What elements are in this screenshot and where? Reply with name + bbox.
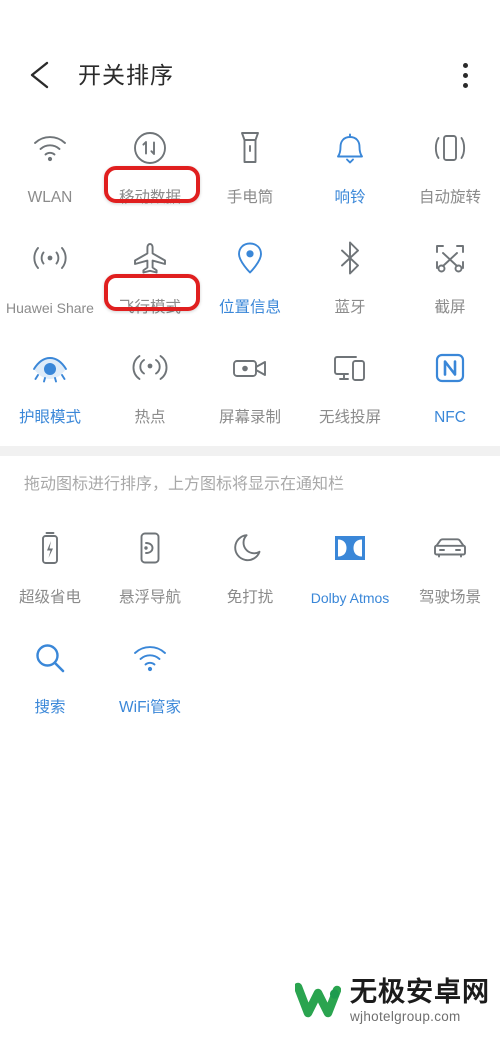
- tile-hotspot[interactable]: 热点: [100, 332, 200, 442]
- huawei-share-icon: [27, 235, 73, 281]
- do-not-disturb-moon-icon: [227, 525, 273, 571]
- overflow-menu-icon[interactable]: [448, 58, 482, 92]
- tile-mobile-data[interactable]: 移动数据: [100, 112, 200, 222]
- tile-wifi[interactable]: WLAN: [0, 112, 100, 222]
- tile-label: WiFi管家: [119, 699, 181, 716]
- available-tiles-grid[interactable]: 超级省电 悬浮导航 免打扰 Dolby Atmos 驾驶场景搜索 WiFi管家: [0, 512, 500, 732]
- tile-flashlight[interactable]: 手电筒: [200, 112, 300, 222]
- watermark: 无极安卓网 wjhotelgroup.com: [293, 976, 490, 1024]
- tile-label: 自动旋转: [418, 189, 481, 206]
- tile-eye-comfort[interactable]: 护眼模式: [0, 332, 100, 442]
- tile-label: 截屏: [434, 299, 466, 316]
- tile-label: 屏幕录制: [218, 409, 281, 426]
- wireless-cast-icon: [327, 345, 373, 391]
- tile-label: 位置信息: [218, 299, 281, 316]
- tile-bluetooth[interactable]: 蓝牙: [300, 222, 400, 332]
- tile-label: 悬浮导航: [118, 589, 181, 606]
- ringer-bell-icon: [327, 125, 373, 171]
- tile-location-pin[interactable]: 位置信息: [200, 222, 300, 332]
- tile-huawei-share[interactable]: Huawei Share: [0, 222, 100, 332]
- nfc-icon: [427, 345, 473, 391]
- tile-nfc[interactable]: NFC: [400, 332, 500, 442]
- screen-record-icon: [227, 345, 273, 391]
- tile-label: 移动数据: [118, 189, 181, 206]
- wifi-icon: [27, 125, 73, 171]
- dolby-atmos-icon: [327, 525, 373, 571]
- bluetooth-icon: [327, 235, 373, 281]
- battery-saver-icon: [27, 525, 73, 571]
- tile-label: 无线投屏: [318, 409, 381, 426]
- tile-screenshot-scissors[interactable]: 截屏: [400, 222, 500, 332]
- wj-w-logo-icon: [293, 981, 342, 1021]
- tile-label: NFC: [434, 409, 466, 426]
- tile-label: 搜索: [34, 699, 66, 716]
- drag-hint-text: 拖动图标进行排序，上方图标将显示在通知栏: [24, 476, 345, 493]
- wifi-manager-icon: [127, 635, 173, 681]
- tile-wireless-cast[interactable]: 无线投屏: [300, 332, 400, 442]
- auto-rotate-icon: [427, 125, 473, 171]
- available-tile-wifi-manager[interactable]: WiFi管家: [100, 622, 200, 732]
- flashlight-icon: [227, 125, 273, 171]
- tile-label: Dolby Atmos: [310, 590, 390, 606]
- floating-nav-icon: [127, 525, 173, 571]
- tile-airplane-mode[interactable]: 飞行模式: [100, 222, 200, 332]
- eye-comfort-icon: [27, 345, 73, 391]
- available-tile-floating-nav[interactable]: 悬浮导航: [100, 512, 200, 622]
- available-tile-search[interactable]: 搜索: [0, 622, 100, 732]
- available-tile-driving-mode-car[interactable]: 驾驶场景: [400, 512, 500, 622]
- location-pin-icon: [227, 235, 273, 281]
- driving-mode-car-icon: [427, 525, 473, 571]
- tile-label: 热点: [134, 409, 166, 426]
- available-tile-battery-saver[interactable]: 超级省电: [0, 512, 100, 622]
- hotspot-icon: [127, 345, 173, 391]
- tile-label: WLAN: [27, 189, 73, 206]
- airplane-mode-icon: [127, 235, 173, 281]
- search-icon: [27, 635, 73, 681]
- tile-label: 护眼模式: [18, 409, 81, 426]
- tile-label: 响铃: [334, 189, 366, 206]
- watermark-url: wjhotelgroup.com: [350, 1008, 461, 1024]
- settings-screen: 开关排序 WLAN 移动数据 手电筒 响铃 自动旋转 Huawei Share 飞行模式 位置…: [0, 0, 500, 1039]
- app-bar: 开关排序: [0, 0, 500, 108]
- tile-label: 蓝牙: [334, 299, 366, 316]
- screenshot-scissors-icon: [427, 235, 473, 281]
- tile-label: 免打扰: [226, 589, 274, 606]
- available-tile-dolby-atmos[interactable]: Dolby Atmos: [300, 512, 400, 622]
- tile-screen-record[interactable]: 屏幕录制: [200, 332, 300, 442]
- tile-label: 驾驶场景: [418, 589, 481, 606]
- tile-label: Huawei Share: [6, 300, 94, 316]
- tile-label: 飞行模式: [118, 299, 181, 316]
- tile-label: 超级省电: [18, 589, 81, 606]
- tile-auto-rotate[interactable]: 自动旋转: [400, 112, 500, 222]
- tile-ringer-bell[interactable]: 响铃: [300, 112, 400, 222]
- available-tile-do-not-disturb-moon[interactable]: 免打扰: [200, 512, 300, 622]
- section-divider: [0, 446, 500, 456]
- active-tiles-grid[interactable]: WLAN 移动数据 手电筒 响铃 自动旋转 Huawei Share 飞行模式 位置信息 蓝牙 截…: [0, 112, 500, 442]
- tile-label: 手电筒: [226, 189, 274, 206]
- watermark-site-name: 无极安卓网: [350, 976, 490, 1007]
- mobile-data-icon: [127, 125, 173, 171]
- page-title: 开关排序: [78, 62, 174, 88]
- back-arrow-icon[interactable]: [26, 58, 60, 92]
